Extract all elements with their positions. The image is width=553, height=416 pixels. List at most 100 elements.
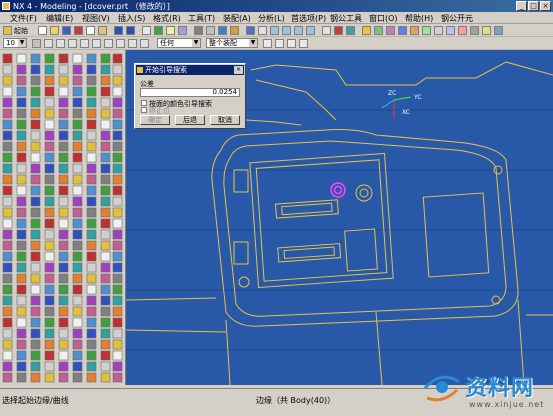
- palette-tool-icon[interactable]: [30, 350, 41, 361]
- palette-tool-icon[interactable]: [58, 53, 69, 64]
- palette-tool-icon[interactable]: [58, 240, 69, 251]
- palette-tool-icon[interactable]: [2, 141, 13, 152]
- palette-tool-icon[interactable]: [58, 163, 69, 174]
- palette-tool-icon[interactable]: [112, 64, 123, 75]
- palette-tool-icon[interactable]: [58, 295, 69, 306]
- palette-tool-icon[interactable]: [100, 86, 111, 97]
- palette-tool-icon[interactable]: [86, 207, 97, 218]
- palette-tool-icon[interactable]: [30, 207, 41, 218]
- palette-tool-icon[interactable]: [72, 240, 83, 251]
- palette-tool-icon[interactable]: [2, 152, 13, 163]
- palette-tool-icon[interactable]: [16, 262, 27, 273]
- palette-tool-icon[interactable]: [44, 284, 55, 295]
- palette-tool-icon[interactable]: [30, 108, 41, 119]
- palette-tool-icon[interactable]: [16, 361, 27, 372]
- palette-tool-icon[interactable]: [72, 207, 83, 218]
- palette-tool-icon[interactable]: [30, 53, 41, 64]
- menu-format[interactable]: 格式(R): [153, 13, 181, 24]
- palette-tool-icon[interactable]: [16, 284, 27, 295]
- palette-tool-icon[interactable]: [30, 284, 41, 295]
- palette-tool-icon[interactable]: [100, 130, 111, 141]
- menu-mold-open[interactable]: 钢公开元: [441, 13, 473, 24]
- palette-tool-icon[interactable]: [2, 64, 13, 75]
- palette-tool-icon[interactable]: [16, 328, 27, 339]
- palette-tool-icon[interactable]: [30, 119, 41, 130]
- menu-help[interactable]: 帮助(H): [405, 13, 433, 24]
- palette-tool-icon[interactable]: [86, 141, 97, 152]
- palette-tool-icon[interactable]: [44, 218, 55, 229]
- menu-view[interactable]: 视图(V): [82, 13, 110, 24]
- palette-tool-icon[interactable]: [16, 339, 27, 350]
- palette-tool-icon[interactable]: [58, 262, 69, 273]
- palette-tool-icon[interactable]: [30, 97, 41, 108]
- palette-tool-icon[interactable]: [112, 119, 123, 130]
- palette-tool-icon[interactable]: [16, 240, 27, 251]
- palette-tool-icon[interactable]: [30, 141, 41, 152]
- save-icon[interactable]: [62, 26, 71, 35]
- palette-tool-icon[interactable]: [30, 262, 41, 273]
- undo-icon[interactable]: [114, 26, 123, 35]
- palette-tool-icon[interactable]: [58, 350, 69, 361]
- palette-tool-icon[interactable]: [30, 152, 41, 163]
- show-icon[interactable]: [178, 26, 187, 35]
- analysis-icon[interactable]: [334, 26, 343, 35]
- pan-icon[interactable]: [206, 26, 215, 35]
- new-file-icon[interactable]: [38, 26, 47, 35]
- stop-position-checkbox[interactable]: [141, 107, 147, 113]
- palette-tool-icon[interactable]: [44, 141, 55, 152]
- palette-tool-icon[interactable]: [30, 361, 41, 372]
- electrode-icon[interactable]: [470, 26, 479, 35]
- palette-tool-icon[interactable]: [2, 273, 13, 284]
- menu-file[interactable]: 文件(F): [10, 13, 37, 24]
- palette-tool-icon[interactable]: [16, 317, 27, 328]
- parting-icon[interactable]: [374, 26, 383, 35]
- mold-base-icon[interactable]: [398, 26, 407, 35]
- palette-tool-icon[interactable]: [86, 86, 97, 97]
- ok-button[interactable]: 确定: [140, 115, 170, 125]
- palette-tool-icon[interactable]: [112, 372, 123, 383]
- runner-icon[interactable]: [458, 26, 467, 35]
- intersection-icon[interactable]: [80, 39, 89, 48]
- palette-tool-icon[interactable]: [44, 119, 55, 130]
- palette-tool-icon[interactable]: [2, 174, 13, 185]
- palette-tool-icon[interactable]: [58, 152, 69, 163]
- palette-tool-icon[interactable]: [2, 251, 13, 262]
- palette-tool-icon[interactable]: [100, 53, 111, 64]
- palette-tool-icon[interactable]: [72, 273, 83, 284]
- palette-tool-icon[interactable]: [112, 108, 123, 119]
- palette-tool-icon[interactable]: [2, 86, 13, 97]
- palette-tool-icon[interactable]: [86, 218, 97, 229]
- palette-tool-icon[interactable]: [100, 262, 111, 273]
- palette-tool-icon[interactable]: [112, 284, 123, 295]
- palette-tool-icon[interactable]: [30, 306, 41, 317]
- quadrant-icon[interactable]: [92, 39, 101, 48]
- palette-tool-icon[interactable]: [16, 64, 27, 75]
- palette-tool-icon[interactable]: [72, 97, 83, 108]
- palette-tool-icon[interactable]: [2, 53, 13, 64]
- palette-tool-icon[interactable]: [100, 108, 111, 119]
- palette-tool-icon[interactable]: [30, 251, 41, 262]
- palette-tool-icon[interactable]: [72, 251, 83, 262]
- palette-tool-icon[interactable]: [44, 130, 55, 141]
- palette-tool-icon[interactable]: [30, 240, 41, 251]
- palette-tool-icon[interactable]: [112, 141, 123, 152]
- palette-tool-icon[interactable]: [58, 185, 69, 196]
- palette-tool-icon[interactable]: [2, 196, 13, 207]
- palette-tool-icon[interactable]: [44, 196, 55, 207]
- palette-tool-icon[interactable]: [72, 372, 83, 383]
- palette-tool-icon[interactable]: [86, 240, 97, 251]
- palette-tool-icon[interactable]: [30, 328, 41, 339]
- menu-edit[interactable]: 编辑(E): [46, 13, 73, 24]
- palette-tool-icon[interactable]: [44, 207, 55, 218]
- palette-tool-icon[interactable]: [112, 185, 123, 196]
- palette-tool-icon[interactable]: [30, 163, 41, 174]
- ejector-icon[interactable]: [410, 26, 419, 35]
- palette-tool-icon[interactable]: [58, 306, 69, 317]
- color-guide-checkbox[interactable]: [141, 100, 147, 106]
- palette-tool-icon[interactable]: [58, 75, 69, 86]
- palette-tool-icon[interactable]: [112, 75, 123, 86]
- select-all-icon[interactable]: [275, 39, 284, 48]
- palette-tool-icon[interactable]: [16, 218, 27, 229]
- cut-icon[interactable]: [74, 26, 83, 35]
- palette-tool-icon[interactable]: [72, 163, 83, 174]
